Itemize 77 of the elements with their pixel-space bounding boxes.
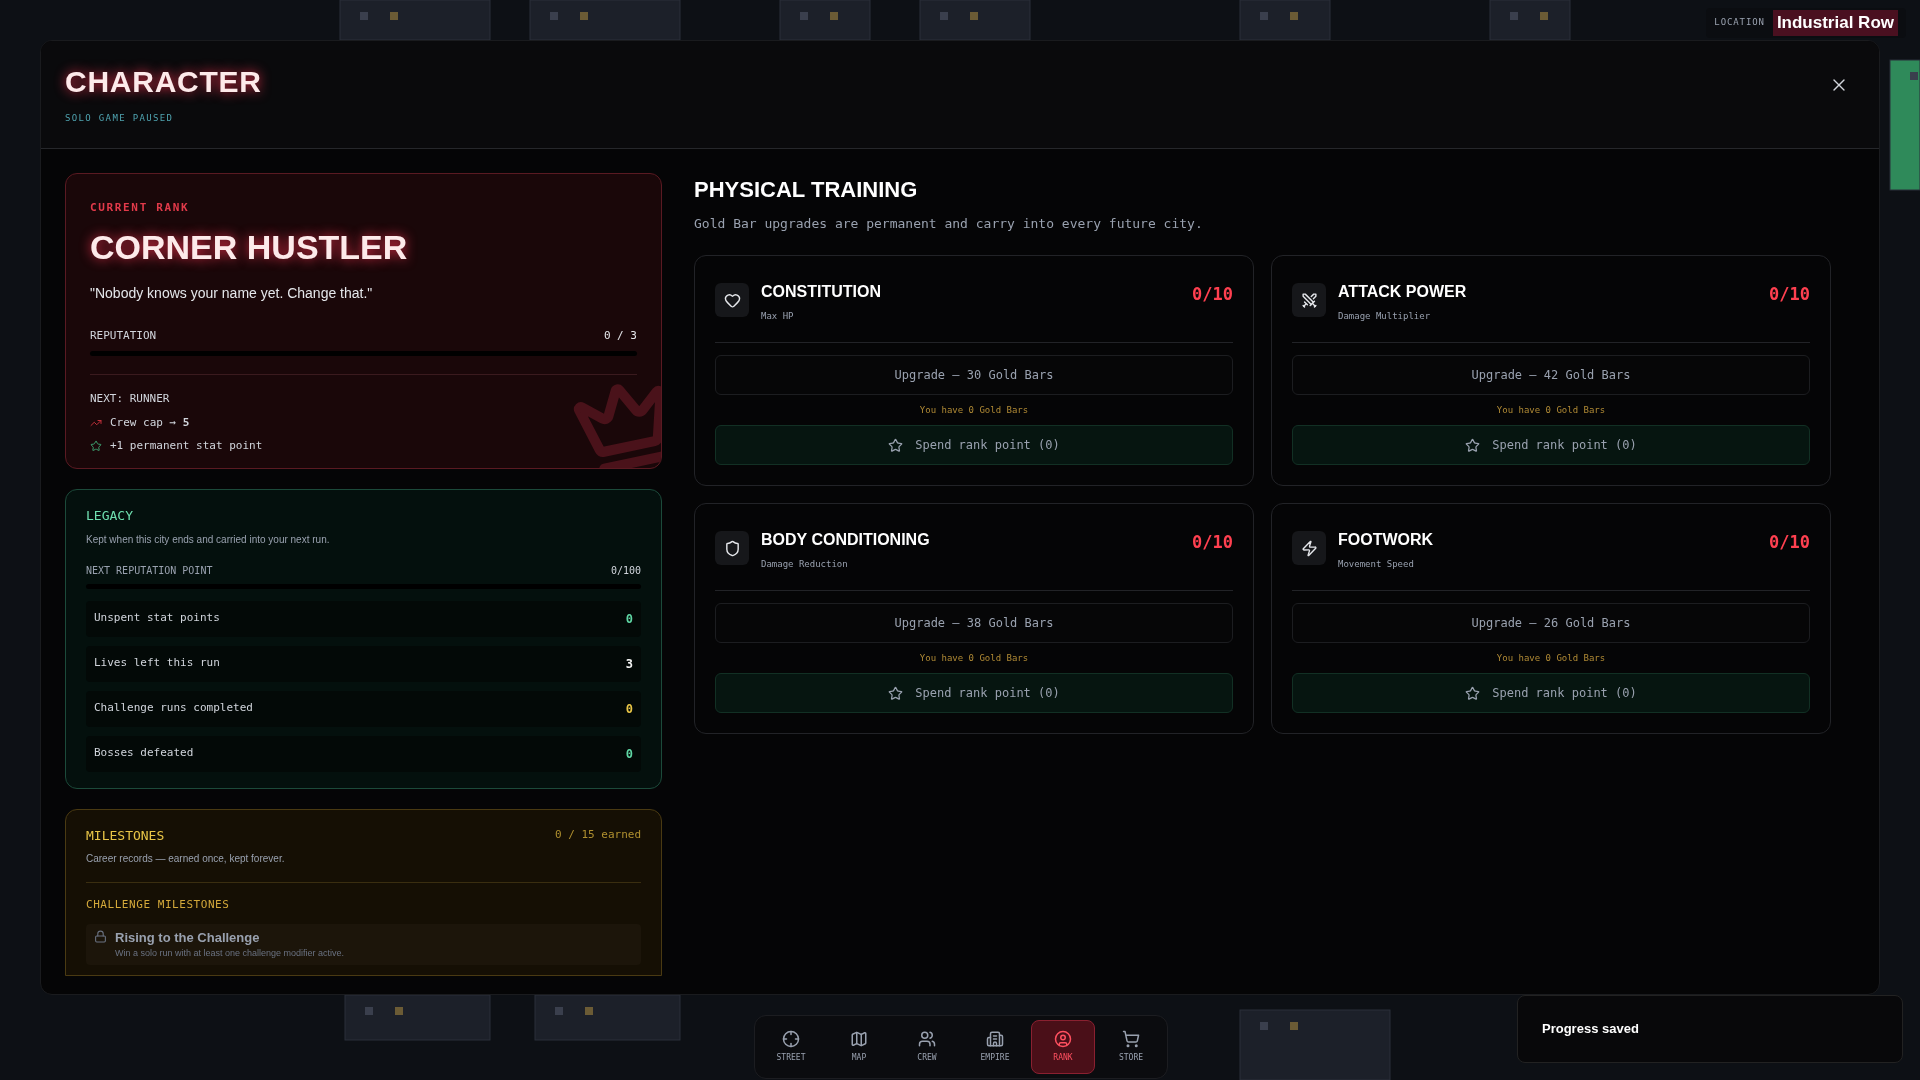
- star-icon: [1465, 685, 1481, 701]
- spend-button[interactable]: Spend rank point (0): [715, 673, 1233, 713]
- stat-label: Unspent stat points: [94, 610, 220, 627]
- shield-icon: [715, 531, 749, 565]
- upgrade-button[interactable]: Upgrade — 42 Gold Bars: [1292, 354, 1810, 395]
- balance-note: You have 0 Gold Bars: [919, 403, 1029, 417]
- rank-title: CORNER HUSTLER: [90, 227, 409, 268]
- nav-tab[interactable]: STREET: [759, 1020, 823, 1074]
- star-icon: [888, 437, 904, 453]
- lightning-icon: [1292, 531, 1326, 565]
- legacy-description: Kept when this city ends and carried into your next run.: [86, 532, 331, 547]
- reputation-label: REPUTATION: [90, 328, 157, 344]
- upgrade-button[interactable]: Upgrade — 30 Gold Bars: [715, 354, 1233, 395]
- balance-note: You have 0 Gold Bars: [1496, 651, 1606, 665]
- card-progress: 0/10: [1769, 531, 1810, 554]
- stat-value: 0: [625, 745, 633, 763]
- modal-title: CHARACTER: [65, 64, 262, 100]
- card-title: CONSTITUTION: [761, 282, 881, 302]
- milestone-description: Win a solo run with at least one challenge modifier active.: [115, 947, 345, 960]
- star-icon: [1465, 437, 1481, 453]
- section-title: PHYSICAL TRAINING: [694, 175, 919, 204]
- spend-button[interactable]: Spend rank point (0): [1292, 673, 1810, 713]
- stat-value: 0: [625, 700, 633, 718]
- crosshair-icon: [782, 1030, 800, 1048]
- perk-text: Crew cap → 5: [110, 415, 190, 431]
- upgrade-button[interactable]: Upgrade — 38 Gold Bars: [715, 602, 1233, 643]
- nav-tab[interactable]: EMPIRE: [963, 1020, 1027, 1074]
- nav-tab[interactable]: STORE: [1099, 1020, 1163, 1074]
- building-icon: [986, 1030, 1004, 1048]
- milestones-count: 0 / 15 earned: [554, 827, 641, 843]
- section-subtitle: Gold Bar upgrades are permanent and carry into every future city.: [694, 214, 1204, 233]
- stat-label: Lives left this run: [94, 655, 220, 672]
- cart-icon: [1122, 1030, 1140, 1048]
- swords-icon: [1292, 283, 1326, 317]
- legacy-title: LEGACY: [86, 507, 134, 525]
- card-progress: 0/10: [1769, 283, 1810, 306]
- perk-text: +1 permanent stat point: [110, 437, 263, 454]
- upgrade-button[interactable]: Upgrade — 26 Gold Bars: [1292, 602, 1810, 643]
- location-label: LOCATION: [1714, 16, 1765, 29]
- card-stat: Movement Speed: [1338, 558, 1415, 571]
- spend-button[interactable]: Spend rank point (0): [715, 425, 1233, 465]
- spend-button[interactable]: Spend rank point (0): [1292, 425, 1810, 465]
- card-title: FOOTWORK: [1338, 530, 1434, 550]
- location-name: Industrial Row: [1772, 10, 1898, 36]
- next-reputation-value: 0/100: [610, 563, 641, 578]
- stat-value: 3: [625, 655, 633, 673]
- card-stat: Max HP: [761, 310, 795, 323]
- stat-label: Challenge runs completed: [94, 700, 253, 717]
- card-progress: 0/10: [1192, 283, 1233, 306]
- rank-quote: "Nobody knows your name yet. Change that.": [90, 284, 374, 303]
- modal-subtitle: SOLO GAME PAUSED: [65, 112, 175, 125]
- user-icon: [1054, 1030, 1072, 1048]
- rank-eyebrow: CURRENT RANK: [90, 199, 191, 216]
- star-icon: [888, 685, 904, 701]
- card-stat: Damage Reduction: [761, 558, 849, 571]
- milestones-title: MILESTONES: [86, 826, 165, 845]
- nav-tab[interactable]: RANK: [1031, 1020, 1095, 1074]
- milestone-title: Rising to the Challenge: [115, 928, 261, 947]
- star-icon: [90, 439, 102, 452]
- card-title: ATTACK POWER: [1338, 282, 1467, 302]
- stat-label: Bosses defeated: [94, 745, 194, 762]
- stat-value: 0: [625, 610, 633, 628]
- next-reputation-label: NEXT REPUTATION POINT: [86, 563, 213, 578]
- toast-message: Progress saved: [1542, 1020, 1639, 1039]
- card-title: BODY CONDITIONING: [761, 530, 930, 550]
- milestones-description: Career records — earned once, kept forever.: [86, 852, 286, 866]
- card-stat: Damage Multiplier: [1338, 310, 1432, 323]
- balance-note: You have 0 Gold Bars: [919, 651, 1029, 665]
- section-heading: CHALLENGE MILESTONES: [86, 897, 231, 913]
- reputation-value: 0 / 3: [603, 328, 637, 344]
- card-progress: 0/10: [1192, 531, 1233, 554]
- map-icon: [850, 1030, 868, 1048]
- people-icon: [918, 1030, 936, 1048]
- balance-note: You have 0 Gold Bars: [1496, 403, 1606, 417]
- nav-tab[interactable]: CREW: [895, 1020, 959, 1074]
- nav-tab[interactable]: MAP: [827, 1020, 891, 1074]
- next-rank: NEXT: RUNNER: [90, 390, 171, 407]
